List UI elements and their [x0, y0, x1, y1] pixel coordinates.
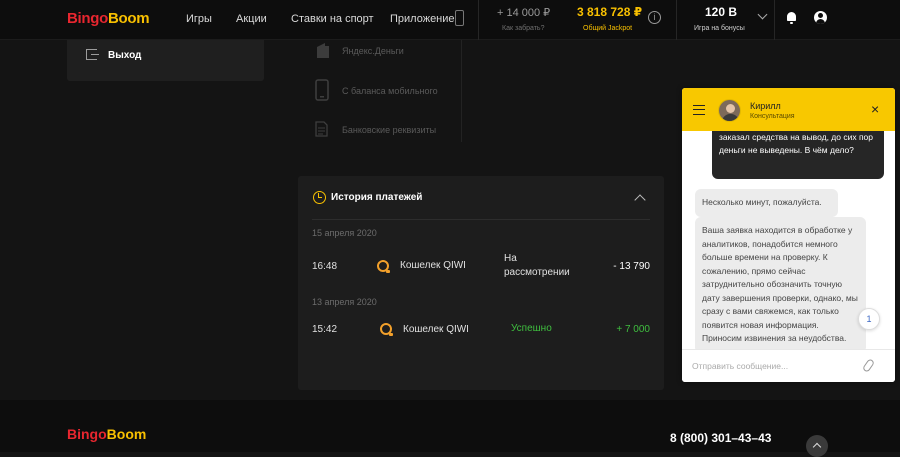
bank-document-icon	[315, 121, 328, 137]
divider	[676, 0, 677, 40]
agent-name: Кирилл	[750, 101, 781, 111]
jackpot-amount: 3 818 728 ₽	[577, 5, 643, 19]
balance-label: Игра на бонусы	[694, 25, 745, 32]
method-yandex-money[interactable]: Яндекс.Деньги	[342, 46, 404, 56]
row-method: Кошелек QIWI	[400, 260, 466, 271]
top-header: BingoBoom Игры Акции Ставки на спорт При…	[0, 0, 900, 40]
nav-games[interactable]: Игры	[186, 13, 212, 25]
menu-icon[interactable]	[693, 105, 705, 115]
row-amount: - 13 790	[613, 261, 650, 272]
site-footer: BingoBoom 8 (800) 301–43–43	[0, 400, 900, 457]
mobile-app-icon[interactable]	[455, 10, 464, 26]
nav-sports-betting[interactable]: Ставки на спорт	[291, 13, 374, 25]
chat-input-bar	[682, 349, 895, 382]
row-status: Успешно	[511, 323, 552, 334]
divider	[478, 0, 479, 40]
mobile-phone-icon	[315, 79, 329, 101]
method-mobile-balance[interactable]: С баланса мобильного	[342, 86, 438, 96]
row-time: 15:42	[312, 324, 338, 335]
user-icon[interactable]	[814, 11, 827, 24]
support-phone[interactable]: 8 (800) 301–43–43	[670, 431, 771, 445]
nav-promotions[interactable]: Акции	[236, 13, 267, 25]
sidebar-exit-item[interactable]: Выход	[67, 40, 264, 81]
close-icon[interactable]: ×	[871, 102, 879, 116]
divider	[312, 219, 650, 220]
row-amount: + 7 000	[616, 324, 650, 335]
bell-icon[interactable]	[787, 12, 796, 24]
row-method: Кошелек QIWI	[403, 324, 469, 335]
support-chat-widget: Кирилл Консультация × заказал средства н…	[682, 88, 895, 382]
payment-history-title: История платежей	[331, 192, 423, 203]
yandex-money-icon	[317, 43, 329, 58]
logout-icon	[86, 49, 99, 60]
agent-message: Несколько минут, пожалуйста.	[695, 189, 838, 217]
scroll-to-top-button[interactable]	[806, 435, 828, 457]
row-status: На рассмотрении	[504, 253, 570, 278]
info-icon[interactable]: i	[648, 11, 661, 24]
how-to-claim-link[interactable]: Как забрать?	[502, 25, 544, 32]
history-date: 13 апреля 2020	[312, 297, 377, 307]
unread-count-badge[interactable]: 1	[858, 308, 880, 330]
divider	[774, 0, 775, 40]
balance-amount[interactable]: 120 B	[705, 5, 737, 19]
chat-message-input[interactable]	[692, 358, 852, 374]
row-time: 16:48	[312, 261, 338, 272]
exit-label: Выход	[108, 50, 142, 61]
site-logo[interactable]: BingoBoom	[67, 10, 150, 27]
history-clock-icon	[313, 191, 326, 204]
chevron-down-icon[interactable]	[757, 9, 768, 20]
footer-logo[interactable]: BingoBoom	[67, 426, 146, 442]
method-bank-details[interactable]: Банковские реквизиты	[342, 125, 436, 135]
agent-role: Консультация	[750, 113, 795, 120]
divider	[461, 40, 462, 142]
payment-history-panel: История платежей 15 апреля 2020 16:48 Ко…	[298, 176, 664, 390]
chat-header: Кирилл Консультация ×	[682, 88, 895, 131]
chevron-up-icon[interactable]	[634, 194, 646, 206]
avatar	[718, 99, 741, 122]
jackpot-label: Общий Jackpot	[583, 25, 633, 32]
qiwi-icon	[377, 260, 390, 273]
winnings-amount: + 14 000 ₽	[497, 7, 551, 19]
user-message: заказал средства на вывод, до сих пор де…	[712, 131, 884, 179]
qiwi-icon	[380, 323, 393, 336]
history-date: 15 апреля 2020	[312, 228, 377, 238]
paperclip-icon[interactable]	[861, 358, 876, 373]
agent-message: Ваша заявка находится в обработке у анал…	[695, 217, 866, 349]
nav-app[interactable]: Приложение	[390, 13, 455, 25]
